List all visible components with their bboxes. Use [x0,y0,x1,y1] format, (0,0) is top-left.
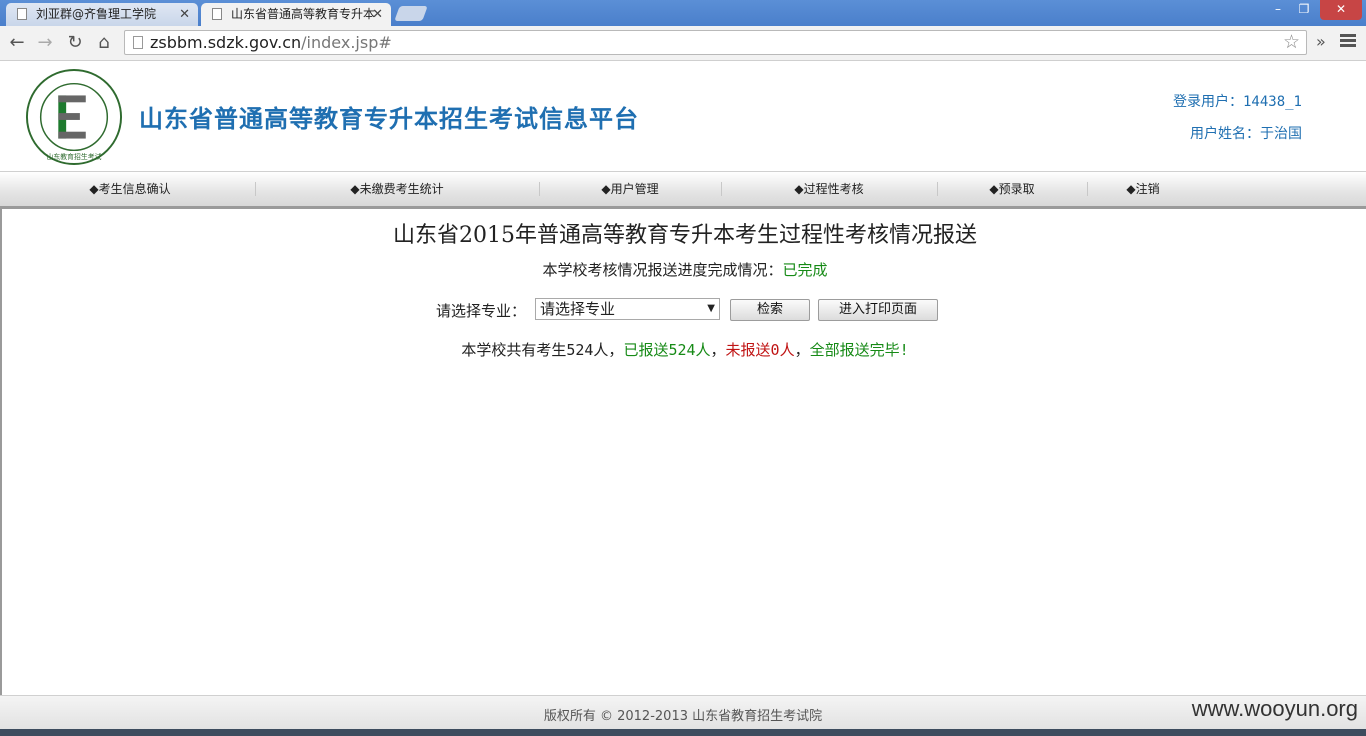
summary-total: 本学校共有考生524人， [461,341,624,359]
progress-line: 本学校考核情况报送进度完成情况：已完成 [2,259,1366,280]
nav-item-process-assessment[interactable]: ◆过程性考核 [722,172,936,206]
summary-unsent: 未报送0人 [725,341,795,359]
progress-status: 已完成 [782,261,828,279]
nav-item-user-management[interactable]: ◆用户管理 [540,172,720,206]
minimize-icon[interactable]: – [1266,0,1290,20]
browser-titlebar: 刘亚群@齐鲁理工学院 ✕ 山东省普通高等教育专升本 ✕ – ❐ ✕ [0,0,1366,26]
browser-tab-active[interactable]: 山东省普通高等教育专升本 ✕ [201,3,391,26]
bookmark-star-icon[interactable]: ☆ [1283,31,1300,53]
user-name: 用户姓名：于治国 [1190,126,1302,142]
reload-icon[interactable]: ↻ [64,32,86,54]
browser-toolbar: ← → ↻ ⌂ zsbbm.sdzk.gov.cn/index.jsp# ☆ » [0,26,1366,61]
nav-item-pre-admission[interactable]: ◆预录取 [938,172,1086,206]
login-user: 登录用户：14438_1 [1172,94,1302,110]
major-select[interactable]: 请选择专业 ▼ [535,298,720,320]
summary-done: 全部报送完毕! [809,341,909,359]
page-icon [212,8,222,20]
nav-item-candidate-confirm[interactable]: ◆考生信息确认 [6,172,254,206]
summary-separator: ， [794,341,810,359]
report-summary: 本学校共有考生524人，已报送524人，未报送0人，全部报送完毕! [2,339,1366,360]
menu-icon[interactable] [1340,34,1356,48]
search-button[interactable]: 检索 [730,299,810,321]
main-nav: ◆考生信息确认 ◆未缴费考生统计 ◆用户管理 ◆过程性考核 ◆预录取 ◆注销 [0,171,1366,207]
browser-tab[interactable]: 刘亚群@齐鲁理工学院 ✕ [6,3,198,26]
copyright-text: 版权所有 © 2012-2013 山东省教育招生考试院 [543,709,823,724]
site-logo: 山东教育招生考试 [25,68,123,166]
tab-close-icon[interactable]: ✕ [372,3,383,26]
dropdown-arrow-icon: ▼ [707,303,715,314]
restore-icon[interactable]: ❐ [1292,0,1316,20]
summary-separator: ， [710,341,726,359]
major-select-value: 请选择专业 [540,300,616,318]
major-select-label: 请选择专业： [436,302,527,320]
nav-item-unpaid-stats[interactable]: ◆未缴费考生统计 [256,172,538,206]
os-taskbar [0,729,1366,736]
print-page-button[interactable]: 进入打印页面 [818,299,938,321]
main-content: 山东省2015年普通高等教育专升本考生过程性考核情况报送 本学校考核情况报送进度… [0,206,1366,695]
tab-title: 刘亚群@齐鲁理工学院 [36,7,157,21]
nav-item-logout[interactable]: ◆注销 [1088,172,1198,206]
page-icon [17,8,27,20]
extensions-chevron-icon[interactable]: » [1316,32,1326,51]
back-icon[interactable]: ← [6,32,28,54]
page-title: 山东省2015年普通高等教育专升本考生过程性考核情况报送 [393,223,977,248]
tab-title: 山东省普通高等教育专升本 [231,7,376,21]
summary-sent: 已报送524人 [623,341,711,359]
site-header: 山东教育招生考试 山东省普通高等教育专升本招生考试信息平台 登录用户：14438… [0,61,1366,171]
new-tab-button[interactable] [394,6,428,21]
site-title: 山东省普通高等教育专升本招生考试信息平台 [139,105,639,133]
tab-close-icon[interactable]: ✕ [179,3,190,26]
site-footer: 版权所有 © 2012-2013 山东省教育招生考试院 www.wooyun.o… [0,695,1366,730]
svg-text:山东教育招生考试: 山东教育招生考试 [47,152,102,161]
forward-icon[interactable]: → [34,32,56,54]
address-bar[interactable]: zsbbm.sdzk.gov.cn/index.jsp# ☆ [124,30,1307,55]
window-close-icon[interactable]: ✕ [1320,0,1362,20]
url-text: zsbbm.sdzk.gov.cn/index.jsp# [150,33,392,52]
progress-label: 本学校考核情况报送进度完成情况： [542,261,783,279]
watermark: www.wooyun.org [1191,696,1358,721]
home-icon[interactable]: ⌂ [93,32,115,54]
page-icon [133,36,143,49]
